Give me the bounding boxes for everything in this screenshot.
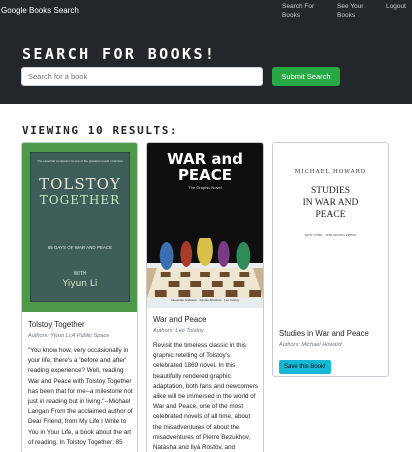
cover-title: WAR and PEACE bbox=[147, 151, 263, 183]
cover-publisher: NEW YORK · THE VIKING PRESS bbox=[304, 233, 357, 237]
cover-subtitle: 85 DAYS OF WAR AND PEACE bbox=[47, 245, 113, 250]
cover-title-line: PEACE bbox=[315, 210, 346, 220]
book-card: WAR and PEACE The Graphic Novel Alexande… bbox=[146, 142, 264, 452]
cover-title-line: STUDIES bbox=[310, 186, 351, 196]
nav-search-books-link[interactable]: Search For Books bbox=[282, 2, 322, 20]
cover-title-line: TOLSTOY bbox=[39, 175, 121, 193]
search-input[interactable] bbox=[21, 67, 263, 86]
book-cover-image: WAR and PEACE The Graphic Novel Alexande… bbox=[147, 143, 263, 308]
cover-with: WITH bbox=[73, 271, 87, 277]
cover-credits: Alexander Nabokov · Kestas Bhushan · Leo… bbox=[170, 298, 240, 302]
book-cover-image: The essential companion to one of the gr… bbox=[22, 143, 137, 312]
card-body: Studies in War and Peace Authors: Michae… bbox=[279, 329, 384, 374]
book-authors: Authors: Leo Tolstoy bbox=[153, 328, 204, 334]
book-title: War and Peace bbox=[153, 315, 207, 324]
book-title: Studies in War and Peace bbox=[279, 329, 369, 338]
cover-title-line: PEACE bbox=[177, 166, 233, 184]
page-title: Search For Books! bbox=[22, 45, 217, 63]
chessboard-illustration bbox=[147, 238, 263, 298]
book-cover-image: MICHAEL HOWARD STUDIES IN WAR AND PEACE … bbox=[273, 143, 388, 323]
book-authors: Authors: Michael Howard bbox=[279, 342, 342, 348]
nav-logout-link[interactable]: Logout bbox=[386, 2, 406, 11]
search-hero: Search For Books! Submit Search bbox=[0, 24, 412, 104]
cover-author: MICHAEL HOWARD bbox=[294, 169, 367, 175]
book-card: The essential companion to one of the gr… bbox=[21, 142, 138, 452]
book-description: "You know how, very occasionally in your… bbox=[28, 347, 133, 446]
book-card: MICHAEL HOWARD STUDIES IN WAR AND PEACE … bbox=[272, 142, 389, 377]
cover-title: STUDIES IN WAR AND PEACE bbox=[273, 185, 388, 221]
card-body: War and Peace Authors: Leo Tolstoy Revis… bbox=[153, 315, 259, 452]
book-authors: Authors: Yiyun Li;A Public Space bbox=[28, 333, 110, 339]
cover-title-line: TOGETHER bbox=[39, 193, 121, 207]
nav-see-your-books-link[interactable]: See Your Books bbox=[337, 2, 373, 20]
cover-subtitle: The Graphic Novel bbox=[188, 185, 222, 190]
cover-title-line: IN WAR AND bbox=[302, 198, 359, 208]
navbar: Google Books Search Search For Books See… bbox=[0, 0, 412, 24]
results-heading: Viewing 10 Results: bbox=[22, 124, 179, 137]
submit-search-button[interactable]: Submit Search bbox=[272, 67, 340, 86]
card-body: Tolstoy Together Authors: Yiyun Li;A Pub… bbox=[28, 320, 133, 448]
cover-panel: The essential companion to one of the gr… bbox=[30, 152, 130, 302]
brand-link[interactable]: Google Books Search bbox=[1, 6, 79, 15]
cover-author: Yiyun Li bbox=[62, 279, 98, 289]
save-book-button[interactable]: Save this Book! bbox=[279, 360, 331, 374]
book-description: Revisit the timeless classic in this gra… bbox=[153, 342, 259, 452]
book-title: Tolstoy Together bbox=[28, 320, 85, 329]
cover-tagline: The essential companion to one of the gr… bbox=[37, 159, 123, 163]
